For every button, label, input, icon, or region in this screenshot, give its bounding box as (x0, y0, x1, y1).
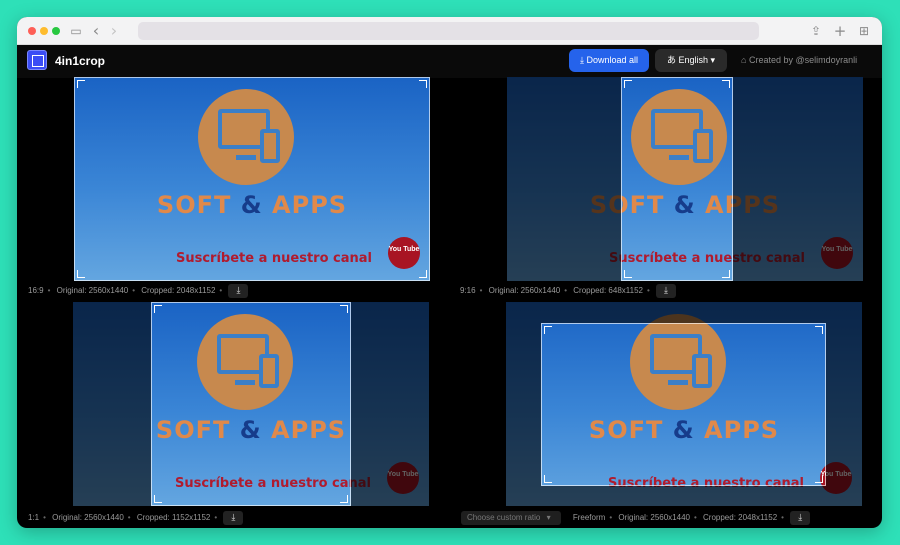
original-size: Original: 2560x1440 (618, 513, 690, 522)
crop-preview-freeform: SOFT & APPS Suscríbete a nuestro canal Y… (506, 302, 862, 506)
crop-handle[interactable] (340, 495, 348, 503)
crop-handle[interactable] (154, 305, 162, 313)
close-window-button[interactable] (28, 27, 36, 35)
ratio-label: 9:16 (460, 286, 476, 295)
ratio-label: Freeform (572, 513, 606, 522)
crop-box[interactable] (74, 77, 430, 281)
crop-handle[interactable] (815, 326, 823, 334)
crop-mask (507, 77, 621, 281)
crop-handle[interactable] (154, 495, 162, 503)
custom-ratio-input[interactable]: Choose custom ratio ▾ (461, 511, 561, 525)
language-select[interactable]: あ English ▾ (655, 49, 727, 72)
minimize-window-button[interactable] (40, 27, 48, 35)
crop-handle[interactable] (544, 475, 552, 483)
original-size: Original: 2560x1440 (56, 286, 129, 295)
crop-handle[interactable] (722, 270, 730, 278)
download-icon: ⤓ (579, 55, 584, 65)
crop-handle[interactable] (340, 305, 348, 313)
share-icon[interactable]: ⇪ (809, 23, 823, 39)
crop-handle[interactable] (419, 80, 427, 88)
crop-info-1-1: 1:1 • Original: 2560x1440 • Cropped: 1152x… (28, 511, 247, 525)
app-logo (27, 50, 47, 70)
crop-info-freeform: Choose custom ratio ▾ Freeform • Original… (461, 511, 814, 525)
crop-mask (826, 323, 862, 486)
crop-preview-1-1: SOFT & APPS Suscríbete a nuestro canal Y… (73, 302, 429, 506)
chevron-down-icon: ▾ (710, 55, 716, 65)
crop-handle[interactable] (419, 270, 427, 278)
download-all-label: Download all (586, 55, 639, 65)
download-button[interactable]: ⤓ (223, 511, 244, 525)
original-size: Original: 2560x1440 (488, 286, 561, 295)
crop-mask (73, 302, 151, 506)
crop-handle[interactable] (815, 475, 823, 483)
original-size: Original: 2560x1440 (52, 513, 124, 522)
credit-label: Created by @selimdoyranli (748, 55, 858, 65)
crop-mask (733, 77, 863, 281)
download-button[interactable]: ⤓ (656, 284, 677, 298)
sidebar-icon[interactable]: ▭ (69, 23, 83, 39)
ratio-label: 1:1 (28, 513, 40, 522)
cropped-size: Cropped: 2048x1152 (703, 513, 778, 522)
browser-window: ▭ ‹ › ⇪ + ⊞ 4in1crop ⤓ Download all あ En… (17, 17, 882, 528)
credit-link[interactable]: ⌂ Created by @selimdoyranli (741, 55, 857, 65)
translate-icon: あ (666, 55, 676, 65)
crop-box[interactable] (541, 323, 826, 486)
crop-handle[interactable] (722, 80, 730, 88)
crop-mask (506, 302, 862, 323)
app-name: 4in1crop (55, 54, 106, 68)
crop-handle[interactable] (624, 80, 632, 88)
cropped-size: Cropped: 1152x1152 (136, 513, 211, 522)
crop-mask (506, 323, 541, 486)
chevron-down-icon: ▾ (546, 513, 551, 522)
crop-mask (351, 302, 429, 506)
back-icon[interactable]: ‹ (91, 23, 101, 39)
crop-handle[interactable] (624, 270, 632, 278)
crop-preview-9-16: SOFT & APPS Suscríbete a nuestro canal Y… (507, 77, 863, 281)
language-label: English (678, 55, 708, 65)
github-icon: ⌂ (741, 55, 747, 65)
cropped-size: Cropped: 2048x1152 (141, 286, 216, 295)
crop-info-9-16: 9:16 • Original: 2560x1440 • Cropped: 648x… (460, 284, 680, 298)
crop-preview-16-9: SOFT & APPS Suscríbete a nuestro canal Y… (74, 77, 430, 281)
browser-toolbar: ▭ ‹ › ⇪ + ⊞ (17, 17, 882, 45)
crop-mask (506, 486, 862, 506)
cropped-size: Cropped: 648x1152 (573, 286, 643, 295)
crop-box[interactable] (621, 77, 733, 281)
tab-overview-icon[interactable]: ⊞ (857, 23, 871, 39)
crop-box[interactable] (151, 302, 351, 506)
app-header: 4in1crop ⤓ Download all あ English ▾ ⌂ Cr… (17, 45, 882, 78)
crop-handle[interactable] (77, 270, 85, 278)
address-bar[interactable] (138, 22, 759, 40)
maximize-window-button[interactable] (52, 27, 60, 35)
forward-icon[interactable]: › (109, 23, 119, 39)
crop-handle[interactable] (544, 326, 552, 334)
download-all-button[interactable]: ⤓ Download all (569, 49, 649, 72)
new-tab-icon[interactable]: + (833, 23, 847, 39)
download-button[interactable]: ⤓ (790, 511, 811, 525)
crop-handle[interactable] (77, 80, 85, 88)
ratio-label: 16:9 (28, 286, 44, 295)
crop-info-16-9: 16:9 • Original: 2560x1440 • Cropped: 2048… (28, 284, 252, 298)
download-button[interactable]: ⤓ (228, 284, 249, 298)
